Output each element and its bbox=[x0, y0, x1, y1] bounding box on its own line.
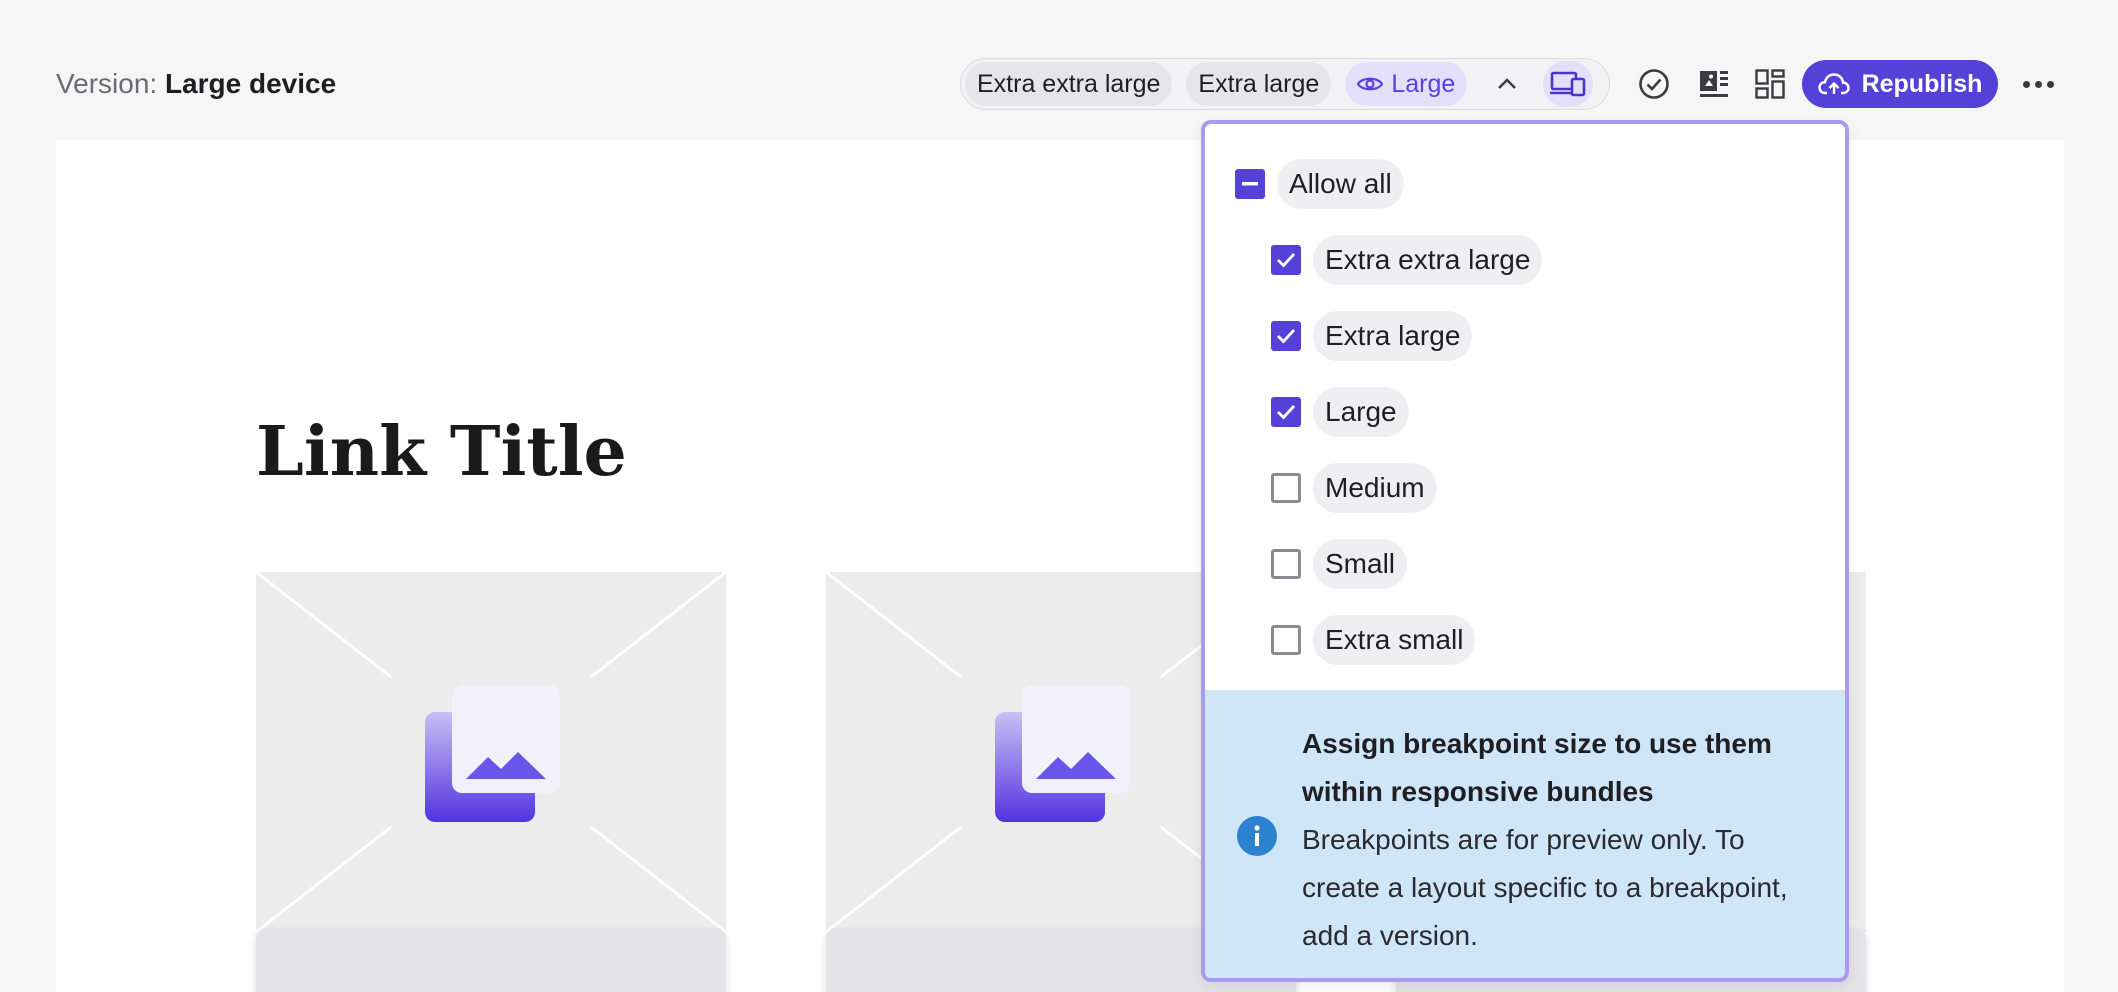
info-panel: Assign breakpoint size to use them withi… bbox=[1205, 690, 1845, 978]
devices-icon[interactable] bbox=[1543, 61, 1594, 107]
chevron-up-icon[interactable] bbox=[1489, 62, 1525, 106]
placeholder-cross-lines bbox=[256, 572, 726, 932]
breakpoint-selector: Extra extra large Extra large Large bbox=[960, 58, 1610, 110]
grid-icon[interactable] bbox=[1750, 64, 1790, 104]
checkbox[interactable] bbox=[1271, 549, 1301, 579]
checkbox[interactable] bbox=[1271, 473, 1301, 503]
link-card[interactable] bbox=[256, 572, 726, 992]
option-extra-extra-large[interactable]: Extra extra large bbox=[1271, 235, 1543, 285]
option-label: Small bbox=[1313, 539, 1408, 589]
image-placeholder bbox=[256, 572, 726, 932]
breakpoint-chip-label: Large bbox=[1391, 69, 1456, 98]
info-icon bbox=[1237, 816, 1277, 856]
option-medium[interactable]: Medium bbox=[1271, 463, 1437, 513]
info-title: Assign breakpoint size to use them withi… bbox=[1302, 728, 1772, 807]
checkbox[interactable] bbox=[1271, 625, 1301, 655]
option-label: Extra extra large bbox=[1313, 235, 1543, 285]
version-value: Large device bbox=[164, 68, 337, 99]
breakpoint-chip-xxl[interactable]: Extra extra large bbox=[965, 62, 1173, 106]
option-extra-large[interactable]: Extra large bbox=[1271, 311, 1473, 361]
breakpoint-chip-xl[interactable]: Extra large bbox=[1186, 62, 1332, 106]
republish-button[interactable]: Republish bbox=[1802, 60, 1998, 108]
option-label: Medium bbox=[1313, 463, 1437, 513]
card-caption bbox=[256, 930, 726, 992]
layout-icon[interactable] bbox=[1694, 64, 1734, 104]
breakpoint-chip-large[interactable]: Large bbox=[1345, 62, 1468, 106]
breakpoint-chip-label: Extra extra large bbox=[977, 69, 1161, 98]
checkbox[interactable] bbox=[1271, 321, 1301, 351]
top-bar: Version: Large device Extra extra large … bbox=[0, 0, 2118, 140]
link-title[interactable]: Link Title bbox=[256, 412, 627, 492]
checkbox[interactable] bbox=[1271, 397, 1301, 427]
version-indicator: Version: Large device bbox=[56, 68, 336, 100]
republish-label: Republish bbox=[1861, 69, 1983, 98]
more-icon[interactable] bbox=[2018, 64, 2058, 104]
check-circle-icon[interactable] bbox=[1634, 64, 1674, 104]
breakpoint-chip-label: Extra large bbox=[1198, 69, 1320, 98]
allow-all-label: Allow all bbox=[1277, 159, 1404, 209]
breakpoint-dropdown: Allow all Extra extra large Extra large … bbox=[1201, 120, 1849, 982]
version-label: Version: bbox=[56, 68, 158, 99]
option-label: Large bbox=[1313, 387, 1409, 437]
option-extra-small[interactable]: Extra small bbox=[1271, 615, 1476, 665]
checkbox[interactable] bbox=[1271, 245, 1301, 275]
info-body: Breakpoints are for preview only. To cre… bbox=[1302, 824, 1788, 951]
option-small[interactable]: Small bbox=[1271, 539, 1408, 589]
eye-icon bbox=[1357, 77, 1384, 91]
allow-all-checkbox[interactable] bbox=[1235, 169, 1265, 199]
option-label: Extra large bbox=[1313, 311, 1473, 361]
option-label: Extra small bbox=[1313, 615, 1476, 665]
allow-all-option[interactable]: Allow all bbox=[1235, 159, 1404, 209]
cloud-upload-icon bbox=[1817, 73, 1850, 95]
option-large[interactable]: Large bbox=[1271, 387, 1409, 437]
